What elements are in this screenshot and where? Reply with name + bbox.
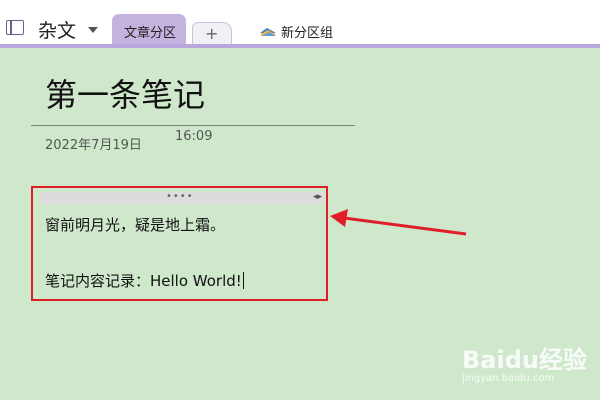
- watermark-url: jingyan.baidu.com: [462, 373, 555, 384]
- watermark-logo: Baidu经验: [462, 346, 587, 374]
